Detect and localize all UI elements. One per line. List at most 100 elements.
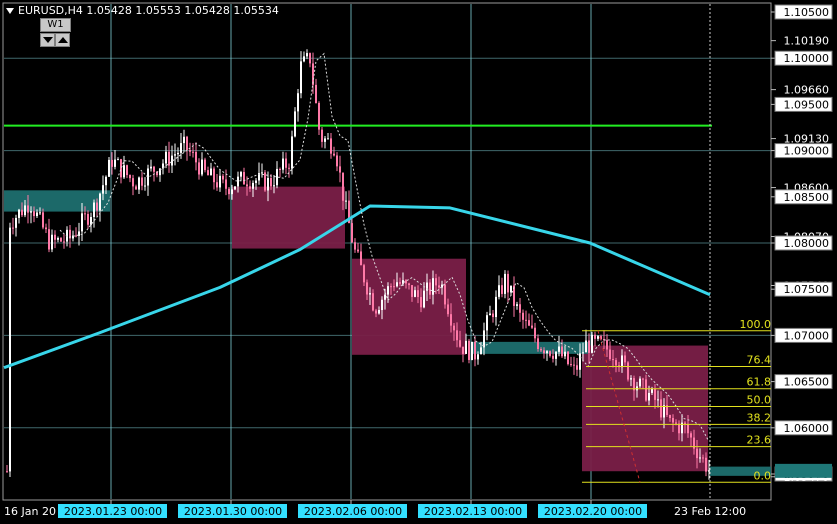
bull-candle-body xyxy=(114,159,116,167)
bull-candle-body xyxy=(105,176,107,186)
bear-candle-body xyxy=(6,471,8,473)
bear-candle-body xyxy=(363,265,365,283)
bear-candle-body xyxy=(411,285,413,297)
bear-candle-body xyxy=(135,186,137,190)
bear-candle-body xyxy=(96,202,98,211)
bear-candle-body xyxy=(375,310,377,314)
bear-candle-body xyxy=(321,129,323,142)
bear-candle-body xyxy=(33,211,35,217)
bear-candle-body xyxy=(195,151,197,163)
bear-candle-body xyxy=(501,285,503,294)
bull-candle-body xyxy=(93,202,95,218)
time-label-highlighted: 2023.02.20 00:00 xyxy=(544,505,642,518)
bull-candle-body xyxy=(15,217,17,228)
bear-candle-body xyxy=(444,284,446,305)
bear-candle-body xyxy=(192,151,194,153)
scroll-down-arrow-icon[interactable] xyxy=(40,33,55,47)
bear-candle-body xyxy=(459,340,461,347)
bear-candle-body xyxy=(702,457,704,459)
bull-candle-body xyxy=(498,285,500,297)
bull-candle-body xyxy=(303,56,305,62)
time-label-highlighted: 2023.02.06 00:00 xyxy=(304,505,402,518)
bull-candle-body xyxy=(9,227,11,472)
bull-candle-body xyxy=(39,212,41,214)
time-label: 16 Jan 20 xyxy=(4,505,56,518)
bull-candle-body xyxy=(486,315,488,331)
bear-candle-body xyxy=(264,172,266,191)
bull-candle-body xyxy=(480,347,482,355)
bear-candle-body xyxy=(462,346,464,354)
bear-candle-body xyxy=(45,227,47,230)
bull-candle-body xyxy=(648,392,650,401)
bear-candle-body xyxy=(27,205,29,213)
bear-candle-body xyxy=(129,175,131,179)
bear-candle-body xyxy=(126,165,128,176)
bear-candle-body xyxy=(615,360,617,366)
bear-candle-body xyxy=(450,314,452,326)
bull-candle-body xyxy=(414,290,416,297)
bear-candle-body xyxy=(270,178,272,187)
bull-candle-body xyxy=(231,189,233,195)
bear-candle-body xyxy=(543,350,545,354)
bull-candle-body xyxy=(273,185,275,187)
bull-candle-body xyxy=(174,154,176,156)
bear-candle-body xyxy=(198,162,200,175)
bull-candle-body xyxy=(555,351,557,359)
bear-candle-body xyxy=(534,327,536,339)
bear-candle-body xyxy=(60,238,62,242)
bull-candle-body xyxy=(297,93,299,112)
bear-candle-body xyxy=(111,159,113,167)
bear-candle-body xyxy=(540,349,542,351)
bear-candle-body xyxy=(690,433,692,438)
bear-candle-body xyxy=(594,334,596,339)
scroll-up-arrow-icon[interactable] xyxy=(55,33,70,47)
bull-candle-body xyxy=(102,185,104,194)
bear-candle-body xyxy=(390,286,392,288)
bull-candle-body xyxy=(423,290,425,308)
bull-candle-body xyxy=(465,340,467,354)
bear-candle-body xyxy=(54,234,56,240)
bull-candle-body xyxy=(177,152,179,155)
bear-candle-body xyxy=(336,155,338,167)
bear-candle-body xyxy=(288,167,290,169)
bull-candle-body xyxy=(18,209,20,218)
price-label: 1.07500 xyxy=(784,283,830,296)
bull-candle-body xyxy=(234,186,236,190)
price-label: 1.09500 xyxy=(784,98,830,111)
bear-candle-body xyxy=(705,457,707,472)
bear-candle-body xyxy=(429,282,431,295)
bear-candle-body xyxy=(408,283,410,286)
bear-candle-body xyxy=(285,158,287,168)
bull-candle-body xyxy=(291,136,293,169)
bull-candle-body xyxy=(585,340,587,353)
bear-candle-body xyxy=(63,241,65,243)
bear-candle-body xyxy=(48,229,50,250)
bull-candle-body xyxy=(663,405,665,418)
bull-candle-body xyxy=(276,168,278,186)
bear-candle-body xyxy=(567,351,569,365)
bear-candle-body xyxy=(393,286,395,288)
bear-candle-body xyxy=(225,179,227,189)
timeframe-button[interactable]: W1 xyxy=(40,18,71,32)
bull-candle-body xyxy=(381,299,383,311)
bear-candle-body xyxy=(204,159,206,171)
demand-zone xyxy=(472,341,588,354)
bear-candle-body xyxy=(675,422,677,424)
bear-candle-body xyxy=(399,282,401,284)
price-chart[interactable]: 100.0 76.4 61.8 50.0 38.2 23.6 0.0 1.10500 1.10… xyxy=(0,0,837,524)
bull-candle-body xyxy=(210,168,212,176)
bear-candle-body xyxy=(222,175,224,180)
bull-candle-body xyxy=(24,205,26,216)
bear-candle-body xyxy=(492,313,494,318)
price-label: 1.07000 xyxy=(784,329,830,342)
bear-candle-body xyxy=(552,355,554,359)
bull-candle-body xyxy=(300,61,302,94)
bear-candle-body xyxy=(213,168,215,183)
bear-candle-body xyxy=(435,278,437,286)
bull-candle-body xyxy=(99,193,101,211)
bear-candle-body xyxy=(351,223,353,243)
bear-candle-body xyxy=(243,172,245,185)
bull-candle-body xyxy=(591,334,593,353)
bull-candle-body xyxy=(306,53,308,57)
bear-candle-body xyxy=(342,172,344,201)
